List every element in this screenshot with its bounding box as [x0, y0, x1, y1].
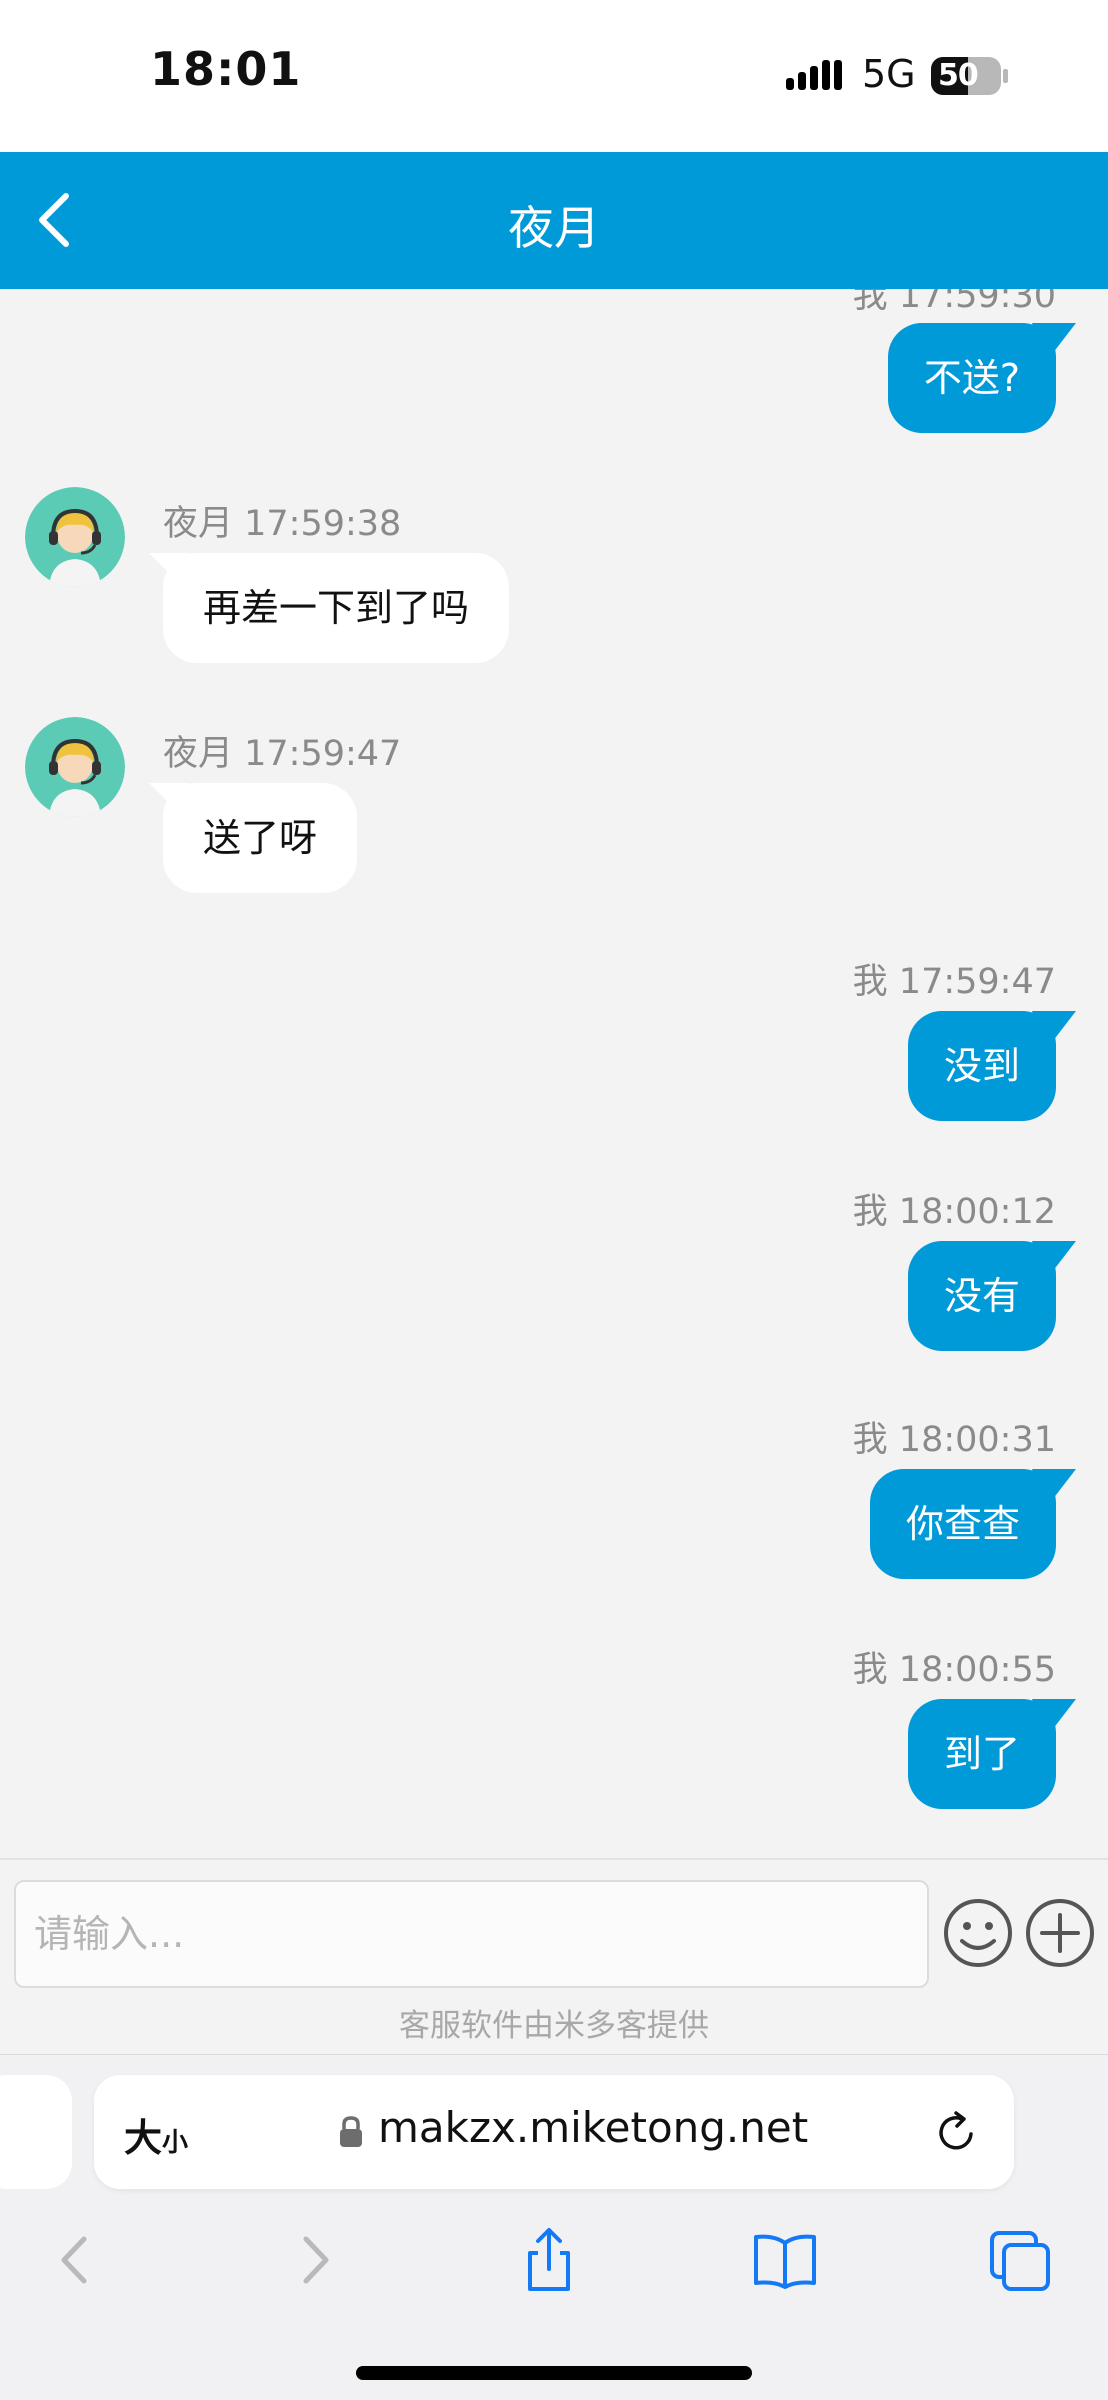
- chat-title: 夜月: [508, 201, 600, 255]
- address-bar[interactable]: 大小 makzx.miketong.net: [94, 2075, 1014, 2189]
- emoji-icon[interactable]: [942, 1897, 1014, 1969]
- message-meta: 夜月 17:59:38: [163, 504, 402, 544]
- status-time: 18:01: [150, 42, 302, 96]
- chat-header: 夜月: [0, 152, 1108, 289]
- url-text: makzx.miketong.net: [378, 2103, 809, 2152]
- browser-toolbar: 大小 makzx.miketong.net: [0, 2054, 1108, 2400]
- text-size-small-label: 小: [162, 2128, 189, 2158]
- message-list[interactable]: 我 17:59:30 不送? 夜月 17:59:38 再差一下到了吗 夜月 17…: [0, 289, 1108, 1858]
- message-composer: 客服软件由米多客提供: [0, 1858, 1108, 2054]
- battery-level: 50: [938, 58, 979, 93]
- agent-avatar: [25, 717, 125, 817]
- lock-icon: [340, 2116, 362, 2147]
- message-bubble-self[interactable]: 到了: [907, 1699, 1056, 1809]
- message-bubble-self[interactable]: 不送?: [887, 323, 1056, 433]
- bookmarks-icon[interactable]: [750, 2225, 820, 2295]
- app-screen: 18:01 5G 50 夜月 我 17:59:30 不送? 夜月 17:59:3…: [0, 0, 1108, 2400]
- message-meta: 我 17:59:30: [852, 289, 1056, 316]
- message-bubble-agent[interactable]: 再差一下到了吗: [163, 553, 510, 663]
- message-bubble-self[interactable]: 没到: [907, 1011, 1056, 1121]
- message-meta: 我 18:00:31: [852, 1420, 1056, 1460]
- battery-icon: 50: [930, 56, 1010, 96]
- previous-tab-preview[interactable]: [0, 2075, 72, 2189]
- message-bubble-self[interactable]: 没有: [907, 1241, 1056, 1351]
- message-meta: 我 17:59:47: [852, 962, 1056, 1002]
- network-type: 5G: [862, 52, 916, 96]
- reload-icon[interactable]: [934, 2109, 980, 2155]
- cellular-signal-icon: [786, 60, 842, 90]
- text-size-large-label: 大: [124, 2116, 163, 2160]
- message-input[interactable]: [14, 1880, 929, 1988]
- message-bubble-agent[interactable]: 送了呀: [163, 783, 358, 893]
- text-size-button[interactable]: 大小: [124, 2107, 188, 2162]
- powered-by-text: 客服软件由米多客提供: [399, 2008, 709, 2044]
- agent-avatar: [25, 487, 125, 587]
- share-icon[interactable]: [514, 2225, 584, 2295]
- message-meta: 我 18:00:55: [852, 1650, 1056, 1690]
- message-bubble-self[interactable]: 你查查: [869, 1469, 1056, 1579]
- message-meta: 夜月 17:59:47: [163, 734, 402, 774]
- status-bar: 18:01 5G 50: [0, 0, 1108, 152]
- forward-icon[interactable]: [280, 2225, 350, 2295]
- plus-icon[interactable]: [1024, 1897, 1096, 1969]
- message-meta: 我 18:00:12: [852, 1192, 1056, 1232]
- home-indicator: [356, 2366, 752, 2380]
- back-icon[interactable]: [40, 2225, 110, 2295]
- tabs-icon[interactable]: [986, 2225, 1056, 2295]
